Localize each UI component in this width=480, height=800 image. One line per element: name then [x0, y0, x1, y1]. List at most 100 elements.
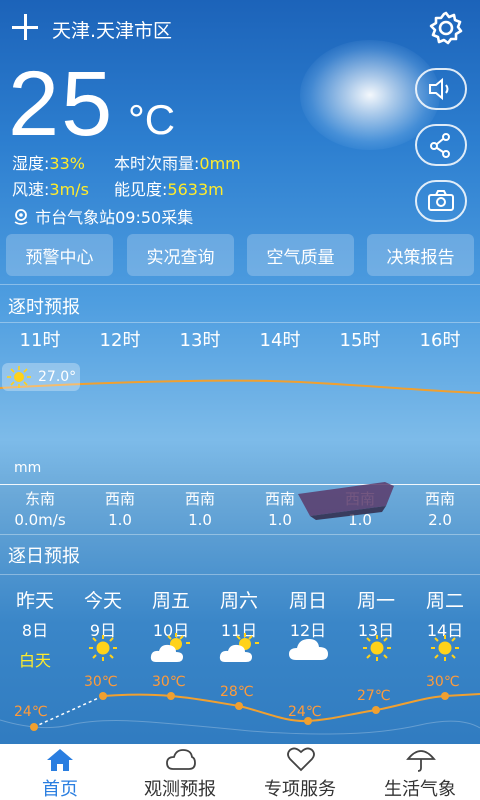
day-condition: 白天: [18, 651, 51, 670]
gear-icon[interactable]: [428, 10, 464, 46]
curve-point: [372, 706, 380, 714]
hour-label: 11时: [19, 330, 61, 351]
wind-value: 3m/s: [49, 180, 89, 199]
curve-point: [30, 723, 38, 731]
day-name: 周六: [219, 590, 258, 612]
plus-icon[interactable]: [10, 12, 42, 44]
camera-button[interactable]: [415, 180, 467, 222]
city-name[interactable]: 天津.天津市区: [52, 16, 172, 43]
sun-icon: [7, 366, 31, 388]
visibility-info: 能见度:5633m: [114, 176, 224, 200]
share-icon: [430, 133, 450, 158]
divider: [0, 534, 480, 535]
sun-icon: [363, 635, 391, 661]
wind-direction: 西南: [424, 490, 455, 508]
wind-direction: 西南: [104, 490, 135, 508]
curve-point: [441, 692, 449, 700]
umbrella-icon: [406, 750, 436, 772]
hour-label: 16时: [419, 330, 461, 351]
humidity-label: 湿度:: [12, 154, 50, 173]
rain-label: 本时次雨量:: [114, 154, 200, 173]
share-button[interactable]: [415, 124, 467, 166]
boat-illustration: [298, 482, 394, 520]
hour-label: 13时: [179, 330, 221, 351]
day-name: 今天: [83, 590, 122, 612]
tab-label: 生活气象: [384, 779, 456, 800]
hour-label: 15时: [339, 330, 381, 351]
divider: [0, 574, 480, 575]
day-column[interactable]: 周一 13日: [342, 586, 410, 641]
wind-speed: 2.0: [428, 511, 452, 529]
day-column[interactable]: 周日 12日: [274, 586, 342, 641]
high-temp-label: 30℃: [84, 674, 118, 690]
high-temp-label: 30℃: [152, 674, 186, 690]
humidity-value: 33%: [49, 154, 85, 173]
hourly-title: 逐时预报: [8, 297, 80, 318]
tab-label: 专项服务: [264, 779, 336, 800]
partly-cloudy-icon: [219, 633, 259, 662]
bottom-tab-bar: 首页 观测预报 专项服务 生活气象: [0, 744, 480, 800]
day-name: 周日: [288, 590, 327, 612]
humidity-info: 湿度:33%: [12, 150, 85, 174]
wind-speed: 1.0: [188, 511, 212, 529]
station-info: 市台气象站09:50采集: [12, 204, 193, 228]
day-name: 周一: [356, 590, 395, 612]
daily-title: 逐日预报: [8, 546, 80, 567]
rain-value: 0mm: [199, 154, 241, 173]
location-icon: [14, 209, 28, 225]
day-date: 8日: [21, 621, 49, 640]
heart-icon: [287, 747, 315, 772]
wind-speed: 1.0: [108, 511, 132, 529]
tab-life-weather[interactable]: 生活气象: [360, 744, 480, 800]
day-column[interactable]: 昨天 8日 白天: [1, 586, 69, 671]
tab-home[interactable]: 首页: [0, 744, 120, 800]
sun-icon: [89, 635, 117, 661]
cloud-icon: [289, 639, 328, 660]
temp-badge-value: 27.0°: [38, 369, 77, 385]
day-column[interactable]: 周二 14日: [411, 586, 479, 641]
daily-high-curve: [0, 692, 480, 735]
wind-label: 风速:: [12, 180, 50, 199]
sun-icon: [431, 635, 459, 661]
wind-info: 风速:3m/s: [12, 176, 89, 200]
high-temp-label: 27℃: [357, 688, 391, 704]
high-temp-label: 30℃: [426, 674, 460, 690]
tab-observation[interactable]: 观测预报: [120, 744, 240, 800]
live-query-button[interactable]: 实况查询: [127, 234, 234, 276]
tab-label: 观测预报: [144, 779, 216, 800]
wind-direction: 东南: [24, 490, 55, 508]
wind-direction: 西南: [184, 490, 215, 508]
hour-label: 12时: [99, 330, 141, 351]
speaker-icon: [429, 77, 449, 101]
wind-speed: 0.0m/s: [14, 511, 66, 529]
visibility-value: 5633m: [167, 180, 224, 199]
warning-center-button[interactable]: 预警中心: [6, 234, 113, 276]
rain-info: 本时次雨量:0mm: [114, 150, 241, 174]
rain-unit: mm: [14, 460, 42, 476]
tab-special-service[interactable]: 专项服务: [240, 744, 360, 800]
hourly-temp-badge: 27.0°: [2, 363, 80, 391]
current-temperature: 25: [8, 53, 115, 155]
home-icon: [47, 749, 73, 771]
day-name: 昨天: [15, 590, 54, 612]
air-quality-button[interactable]: 空气质量: [247, 234, 354, 276]
decision-report-button[interactable]: 决策报告: [367, 234, 474, 276]
curve-point: [235, 702, 243, 710]
day-column[interactable]: 今天 9日: [69, 586, 137, 641]
visibility-label: 能见度:: [114, 180, 168, 199]
station-text: 市台气象站09:50采集: [35, 208, 194, 227]
cloud-icon: [166, 749, 196, 770]
tab-label: 首页: [42, 779, 78, 800]
high-temp-label: 24℃: [14, 704, 48, 720]
camera-icon: [428, 190, 454, 211]
day-name: 周二: [425, 590, 464, 612]
curve-point: [167, 692, 175, 700]
wave-decoration: [0, 719, 480, 735]
day-name: 周五: [151, 590, 190, 612]
divider: [0, 284, 480, 285]
high-temp-label: 28℃: [220, 684, 254, 700]
speaker-button[interactable]: [415, 68, 467, 110]
curve-point: [99, 692, 107, 700]
divider: [0, 322, 480, 323]
rain-baseline: [0, 484, 480, 485]
